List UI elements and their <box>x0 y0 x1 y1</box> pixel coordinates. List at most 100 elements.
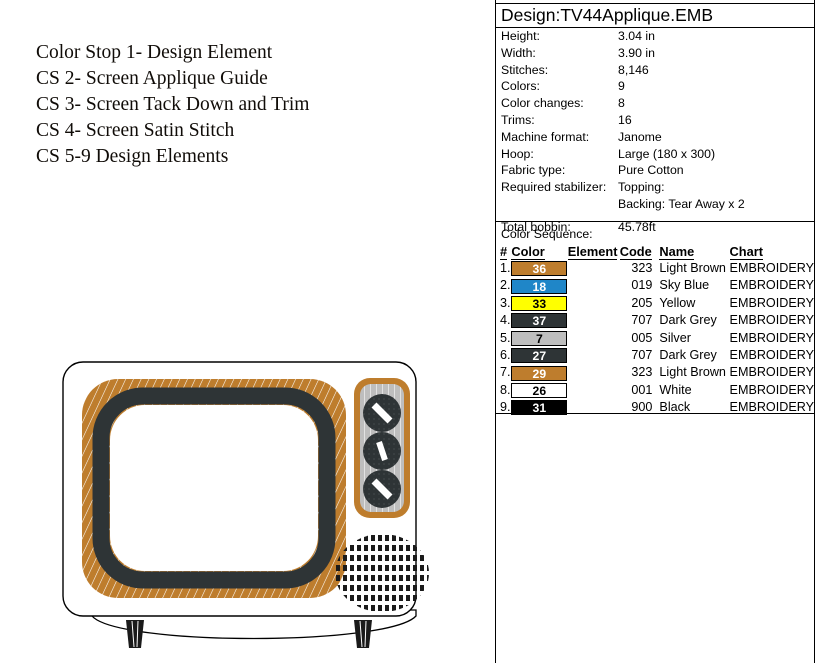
thread-chart: EMBROIDERY <box>729 261 814 275</box>
color-swatch-cell: 31 <box>511 399 568 416</box>
table-row: 6. 27 707 Dark Grey EMBROIDERY <box>496 347 814 364</box>
property-value: Large (180 x 300) <box>618 146 716 161</box>
color-stop-instructions: Color Stop 1- Design Element CS 2- Scree… <box>36 40 466 170</box>
table-row: Backing: Tear Away x 2 <box>496 196 814 213</box>
thread-chart: EMBROIDERY <box>729 400 814 415</box>
table-row: Trims: 16 <box>496 112 814 129</box>
table-row: Colors: 9 <box>496 78 814 95</box>
property-value: Janome <box>618 129 662 144</box>
property-label <box>496 196 618 213</box>
thread-chart: EMBROIDERY <box>729 313 814 328</box>
color-swatch: 36 <box>511 261 568 277</box>
element-name <box>568 364 620 381</box>
property-label: Fabric type: <box>501 163 566 178</box>
color-sequence-label: Color Sequence: <box>501 227 593 241</box>
property-value: 8,146 <box>618 62 649 77</box>
thread-code: 707 <box>631 313 653 328</box>
color-swatch: 18 <box>511 278 568 294</box>
property-label: Hoop: <box>501 146 534 161</box>
property-label: Height: <box>501 29 540 43</box>
color-swatch: 29 <box>511 365 568 381</box>
property-value: 16 <box>618 112 632 127</box>
tv-knob-1 <box>363 394 401 432</box>
property-value: 9 <box>618 79 625 94</box>
property-label: Machine format: <box>501 129 590 144</box>
property-value: Backing: Tear Away x 2 <box>618 196 745 211</box>
property-label: Color changes: <box>501 96 584 111</box>
instruction-line: CS 5-9 Design Elements <box>36 146 229 167</box>
thread-name: Dark Grey <box>659 348 717 363</box>
column-header-code: Code <box>619 244 652 260</box>
table-row: 4. 37 707 Dark Grey EMBROIDERY <box>496 312 814 329</box>
sequence-number: 7. <box>500 365 511 380</box>
element-name <box>568 330 620 347</box>
property-value: 3.04 in <box>618 29 655 43</box>
instruction-line: CS 4- Screen Satin Stitch <box>36 120 235 141</box>
thread-name: White <box>659 382 692 397</box>
table-row: Fabric type: Pure Cotton <box>496 162 814 179</box>
element-name <box>568 399 620 416</box>
element-name <box>568 260 620 277</box>
thread-code: 323 <box>631 365 653 380</box>
property-label: Trims: <box>501 112 535 127</box>
thread-code: 205 <box>631 295 653 310</box>
thread-code: 900 <box>631 400 653 415</box>
thread-name: Yellow <box>659 295 696 310</box>
table-header-row: # Color Element Code Name Chart <box>496 244 814 260</box>
thread-code: 019 <box>631 278 653 293</box>
thread-code: 005 <box>631 330 653 345</box>
section-divider <box>496 221 814 222</box>
element-name <box>568 347 620 364</box>
sequence-number: 6. <box>500 348 511 363</box>
color-sequence-table: # Color Element Code Name Chart 1. 36 32… <box>496 244 814 417</box>
television-design-preview <box>58 358 453 658</box>
tv-leg-right <box>354 620 372 648</box>
tv-knob-3 <box>363 470 401 508</box>
column-header-color: Color <box>511 244 545 260</box>
table-row: Required stabilizer: Topping: <box>496 179 814 196</box>
color-swatch-cell: 33 <box>511 295 568 312</box>
thread-name: Sky Blue <box>659 278 710 293</box>
design-properties-table: Height: 3.04 in Width: 3.90 in Stitches:… <box>496 28 814 236</box>
element-name <box>568 295 620 312</box>
property-value: 8 <box>618 96 625 111</box>
thread-name: Dark Grey <box>659 313 717 328</box>
thread-name: Light Brown <box>659 261 726 275</box>
table-row: Height: 3.04 in <box>496 28 814 45</box>
table-row: Color changes: 8 <box>496 95 814 112</box>
design-title: Design:TV44Applique.EMB <box>496 3 814 28</box>
color-swatch-cell: 27 <box>511 347 568 364</box>
sequence-end-divider <box>496 413 814 414</box>
element-name <box>568 382 620 399</box>
table-row: 7. 29 323 Light Brown EMBROIDERY <box>496 364 814 381</box>
thread-chart: EMBROIDERY <box>729 295 814 310</box>
element-name <box>568 312 620 329</box>
table-row: Stitches: 8,146 <box>496 62 814 79</box>
sequence-number: 4. <box>500 313 511 328</box>
instruction-line: Color Stop 1- Design Element <box>36 42 273 63</box>
property-value: 3.90 in <box>618 45 655 60</box>
column-header-chart: Chart <box>729 244 763 260</box>
color-swatch: 26 <box>511 383 568 399</box>
thread-name: Silver <box>659 330 691 345</box>
sequence-number: 1. <box>500 261 511 275</box>
thread-chart: EMBROIDERY <box>729 365 814 380</box>
property-value: Pure Cotton <box>618 163 684 178</box>
thread-code: 001 <box>631 382 653 397</box>
thread-code: 707 <box>631 348 653 363</box>
color-swatch-cell: 36 <box>511 260 568 277</box>
sequence-number: 8. <box>500 382 511 397</box>
table-row: Hoop: Large (180 x 300) <box>496 146 814 163</box>
table-row: 1. 36 323 Light Brown EMBROIDERY <box>496 260 814 277</box>
color-swatch-cell: 37 <box>511 312 568 329</box>
table-row: 9. 31 900 Black EMBROIDERY <box>496 399 814 416</box>
column-header-element: Element <box>567 244 618 260</box>
color-swatch: 27 <box>511 348 568 364</box>
column-header-name: Name <box>659 244 695 260</box>
worksheet-left-pane: Color Stop 1- Design Element CS 2- Scree… <box>0 0 495 663</box>
color-swatch-cell: 18 <box>511 277 568 294</box>
color-swatch-cell: 26 <box>511 382 568 399</box>
sequence-number: 2. <box>500 278 511 293</box>
color-swatch: 37 <box>511 313 568 329</box>
property-label: Stitches: <box>501 62 549 77</box>
